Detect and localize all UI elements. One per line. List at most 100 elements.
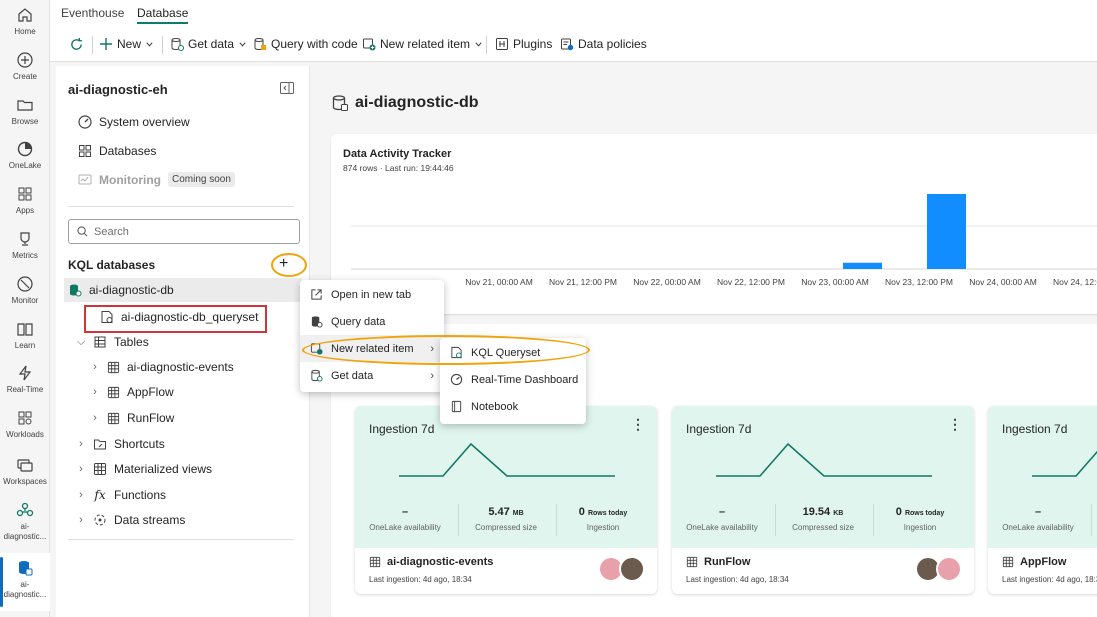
rows-unit: Rows today: [904, 510, 945, 517]
rail-monitor[interactable]: Monitor: [0, 275, 50, 306]
database-title-text: ai-diagnostic-db: [355, 94, 479, 111]
collapse-panel-button[interactable]: [280, 82, 294, 97]
x-tick-label: Nov 22, 12:00 PM: [717, 277, 785, 287]
rail-workspaces[interactable]: Workspaces: [0, 456, 50, 487]
table-name-text: ai-diagnostic-events: [387, 556, 494, 568]
tab-database[interactable]: Database: [137, 6, 189, 24]
tree-queryset[interactable]: ai-diagnostic-db_queryset: [100, 310, 258, 324]
rail-apps[interactable]: Apps: [0, 185, 50, 216]
menu-item-get-data[interactable]: Get data ›: [300, 362, 444, 389]
table-card[interactable]: Ingestion 7d – OneLake availability AppFl…: [988, 406, 1097, 594]
tree-table-item[interactable]: › AppFlow: [90, 385, 174, 399]
rail-metrics[interactable]: Metrics: [0, 230, 50, 261]
onelake-label: OneLake availability: [686, 523, 758, 532]
rows-label: Ingestion: [903, 523, 937, 532]
table-icon: [107, 412, 120, 424]
toolbar-divider: [92, 36, 93, 54]
chevron-down-icon: [146, 41, 153, 47]
table-card[interactable]: Ingestion 7d ⋮ – OneLake availability 19.…: [672, 406, 974, 594]
toolbar-divider: [162, 36, 163, 54]
plugins-icon: [496, 38, 508, 50]
new-button[interactable]: New: [99, 37, 154, 51]
ingestion-sparkline: [399, 442, 615, 477]
rail-label: Learn: [14, 341, 36, 350]
rows-metric: 0 Rows today Ingestion: [870, 506, 970, 532]
kql-database-icon: [332, 95, 348, 111]
tab-eventhouse[interactable]: Eventhouse: [61, 6, 124, 20]
submenu-item-real-time-dashboard[interactable]: Real-Time Dashboard: [440, 366, 586, 393]
search-input[interactable]: Search: [68, 219, 300, 244]
chart-bar[interactable]: [843, 262, 882, 269]
table-icon: [107, 386, 120, 398]
tree-data-streams[interactable]: › Data streams: [76, 513, 185, 527]
size-metric: 19.54 KB Compressed size: [773, 506, 873, 532]
plugins-button[interactable]: Plugins: [495, 37, 552, 51]
get-data-button[interactable]: Get data: [170, 37, 247, 51]
size-value: 5.47: [488, 506, 510, 518]
onelake-value: –: [1034, 506, 1042, 518]
more-options-button[interactable]: ⋮: [631, 416, 645, 433]
onelake-label: OneLake availability: [1002, 523, 1074, 532]
table-icon: [686, 556, 698, 568]
data-policies-label: Data policies: [578, 37, 647, 51]
rail-realtime[interactable]: Real-Time: [0, 364, 50, 395]
function-icon: fx: [94, 488, 106, 502]
data-activity-tracker-card: Data Activity Tracker 874 rows · Last ru…: [331, 134, 1097, 314]
new-related-item-button[interactable]: New related item: [362, 37, 483, 51]
submenu-item-notebook[interactable]: Notebook: [440, 393, 586, 420]
monitoring-icon: [78, 174, 92, 184]
table-icon: [1002, 556, 1014, 568]
table-card[interactable]: Ingestion 7d ⋮ – OneLake availability 5.4…: [355, 406, 657, 594]
rail-learn[interactable]: Learn: [0, 320, 50, 351]
avatar: [619, 556, 645, 582]
panel-title: ai-diagnostic-eh: [68, 82, 168, 97]
refresh-button[interactable]: [69, 37, 84, 52]
more-options-button[interactable]: ⋮: [948, 416, 962, 433]
onelake-label: OneLake availability: [369, 523, 441, 532]
rail-create[interactable]: Create: [0, 51, 50, 82]
tree-materialized-views[interactable]: › Materialized views: [76, 462, 212, 476]
chart-bar[interactable]: [927, 194, 966, 269]
search-icon: [77, 226, 88, 237]
rail-eventhouse[interactable]: ai-diagnostic...: [0, 501, 50, 542]
rail-label: ai-diagnostic...: [3, 580, 47, 599]
kql-databases-heading: KQL databases: [68, 258, 156, 272]
size-unit: MB: [512, 510, 524, 517]
plus-circle-icon: [17, 52, 33, 68]
rail-label: Metrics: [12, 251, 38, 260]
rail-browse[interactable]: Browse: [0, 96, 50, 127]
coming-soon-badge: Coming soon: [167, 172, 235, 187]
rail-home[interactable]: Home: [0, 6, 50, 37]
rail-label: Create: [12, 72, 37, 81]
tree-database[interactable]: ai-diagnostic-db: [68, 283, 174, 297]
rail-kql-database[interactable]: ai-diagnostic...: [0, 553, 50, 611]
query-with-code-button[interactable]: Query with code: [253, 37, 358, 51]
metric-divider: [1091, 504, 1092, 536]
tree-materialized-views-label: Materialized views: [114, 462, 213, 476]
rail-label: Home: [14, 27, 36, 36]
rail-workloads[interactable]: Workloads: [0, 409, 50, 440]
kql-database-icon: [70, 284, 82, 297]
new-related-item-icon: [363, 38, 376, 51]
size-value: 19.54: [802, 506, 831, 518]
menu-item-label: Get data: [331, 369, 374, 382]
table-name: ai-diagnostic-events: [369, 556, 493, 568]
menu-item-query-data[interactable]: Query data: [300, 308, 444, 335]
rail-onelake[interactable]: OneLake: [0, 140, 50, 171]
menu-item-open-in-new-tab[interactable]: Open in new tab: [300, 281, 444, 308]
avatar: [936, 556, 962, 582]
tree-shortcuts[interactable]: › Shortcuts: [76, 437, 165, 451]
submenu-item-label: Notebook: [471, 400, 519, 413]
refresh-icon: [71, 37, 83, 50]
system-overview-label: System overview: [99, 115, 190, 129]
data-policies-icon: [561, 38, 574, 51]
data-policies-button[interactable]: Data policies: [560, 37, 647, 51]
tree-table-item[interactable]: › ai-diagnostic-events: [90, 360, 234, 374]
tree-table-item[interactable]: › RunFlow: [90, 411, 174, 425]
monitor-icon: [17, 276, 33, 292]
tree-functions[interactable]: › fx Functions: [76, 488, 166, 502]
system-overview-item[interactable]: System overview: [78, 115, 190, 129]
databases-item[interactable]: Databases: [78, 144, 156, 158]
tree-tables[interactable]: ⌵ Tables: [76, 335, 149, 349]
chevron-right-icon: ›: [79, 489, 83, 501]
